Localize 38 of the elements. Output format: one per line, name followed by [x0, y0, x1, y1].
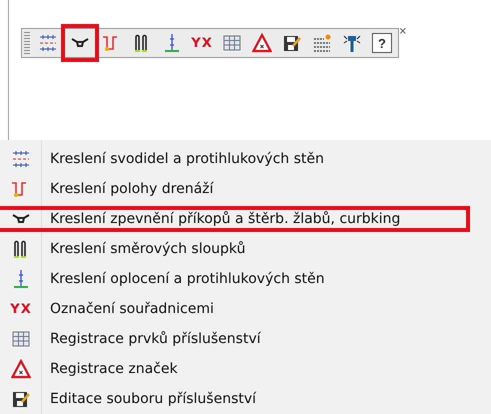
warning-sign-icon: [11, 359, 31, 379]
fence-icon: [11, 269, 31, 289]
lines-icon: [312, 33, 332, 53]
menu-item-label: Označení souřadnicemi: [49, 301, 214, 317]
menu-item-label: Kreslení směrových sloupků: [49, 241, 246, 257]
menu-item[interactable]: Kreslení směrových sloupků: [0, 236, 470, 262]
warning-sign-icon: [252, 33, 272, 53]
menu-item-label: Registrace značek: [49, 361, 178, 377]
menu-item[interactable]: Kreslení zpevnění příkopů a štěrb. žlabů, curbking: [0, 206, 470, 232]
toolbar-button[interactable]: YX: [188, 30, 216, 56]
grid-icon: [222, 33, 242, 53]
menu-item[interactable]: Kreslení polohy drenáží: [0, 176, 470, 202]
barrier-icon: [38, 33, 58, 53]
close-button[interactable]: ×: [398, 26, 407, 37]
menu-item-label: Editace souboru příslušenství: [49, 391, 256, 407]
coordinates-icon: YX: [191, 36, 213, 50]
toolbar-grip[interactable]: [24, 32, 30, 54]
menu-item[interactable]: YX Označení souřadnicemi: [0, 296, 470, 322]
grid-icon: [11, 329, 31, 349]
menu-item-label: Kreslení svodidel a protihlukových stěn: [49, 151, 324, 167]
post-tool-icon: [342, 33, 362, 53]
menu-item-label: Kreslení oplocení a protihlukových stěn: [49, 271, 325, 287]
coordinates-icon: YX: [10, 302, 32, 316]
menu-item[interactable]: Registrace prvků příslušenství: [0, 326, 470, 352]
menu-item-label: Kreslení zpevnění příkopů a štěrb. žlabů, curbking: [49, 211, 400, 227]
help-icon: ?: [372, 33, 392, 53]
menu-item[interactable]: Kreslení svodidel a protihlukových stěn: [0, 146, 470, 172]
edit-file-icon: [11, 389, 31, 409]
toolbar-button[interactable]: [61, 24, 99, 62]
toolbar-button[interactable]: ?: [368, 30, 396, 56]
barrier-icon: [11, 149, 31, 169]
edit-file-icon: [282, 33, 302, 53]
menu-item[interactable]: Kreslení oplocení a protihlukových stěn: [0, 266, 470, 292]
menu-item[interactable]: Editace souboru příslušenství: [0, 386, 470, 412]
fence-icon: [162, 33, 182, 53]
menu-item-label: Kreslení polohy drenáží: [49, 181, 214, 197]
menu-item[interactable]: Registrace značek: [0, 356, 470, 382]
menu-item-label: Registrace prvků příslušenství: [49, 331, 261, 347]
